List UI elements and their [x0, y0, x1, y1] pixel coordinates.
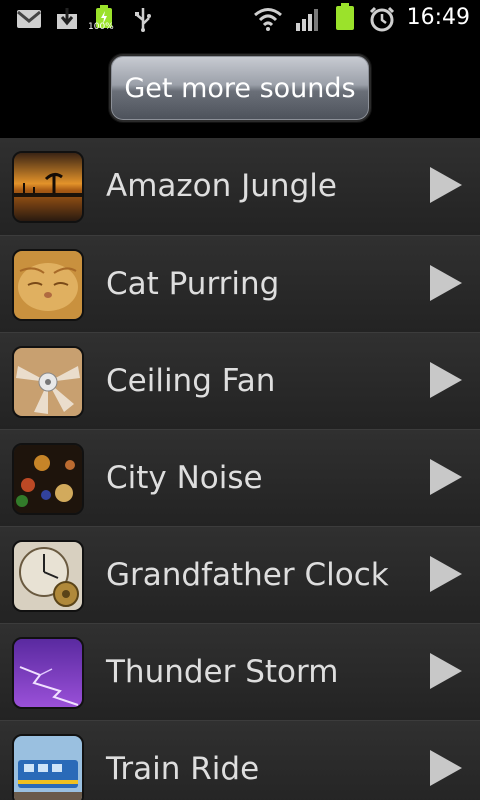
list-item[interactable]: Train Ride [0, 720, 480, 800]
lightning-thumb [12, 637, 84, 709]
sunset-trees-thumb [12, 151, 84, 223]
status-bar: 100% 16:49 [0, 0, 480, 38]
sound-label: Ceiling Fan [106, 363, 276, 399]
play-icon[interactable] [430, 653, 462, 689]
play-icon[interactable] [430, 167, 462, 203]
battery-percent-label: 100% [88, 22, 114, 32]
list-item[interactable]: Ceiling Fan [0, 332, 480, 429]
battery-icon [334, 3, 356, 30]
sound-label: Train Ride [106, 751, 260, 787]
list-item[interactable]: Grandfather Clock [0, 526, 480, 623]
list-item[interactable]: Cat Purring [0, 235, 480, 332]
status-time: 16:49 [406, 5, 470, 30]
wifi-icon [253, 6, 283, 32]
sound-label: City Noise [106, 460, 263, 496]
clock-gears-thumb [12, 540, 84, 612]
sound-label: Cat Purring [106, 266, 280, 302]
sleeping-cat-thumb [12, 249, 84, 321]
play-icon[interactable] [430, 750, 462, 786]
play-icon[interactable] [430, 459, 462, 495]
city-lights-thumb [12, 443, 84, 515]
alarm-clock-icon [369, 6, 395, 32]
sound-label: Thunder Storm [106, 654, 339, 690]
ceiling-fan-thumb [12, 346, 84, 418]
sound-list: Amazon Jungle Cat Purring Ceiling Fan Ci… [0, 138, 480, 800]
usb-icon [134, 6, 152, 32]
play-icon[interactable] [430, 265, 462, 301]
train-thumb [12, 734, 84, 800]
play-icon[interactable] [430, 362, 462, 398]
download-icon [56, 6, 78, 32]
list-item[interactable]: City Noise [0, 429, 480, 526]
list-item[interactable]: Amazon Jungle [0, 138, 480, 235]
play-icon[interactable] [430, 556, 462, 592]
list-item[interactable]: Thunder Storm [0, 623, 480, 720]
get-more-sounds-button[interactable]: Get more sounds [109, 54, 371, 122]
sound-label: Amazon Jungle [106, 168, 337, 204]
gmail-icon [16, 6, 42, 32]
sound-label: Grandfather Clock [106, 557, 389, 593]
signal-icon [295, 6, 321, 32]
